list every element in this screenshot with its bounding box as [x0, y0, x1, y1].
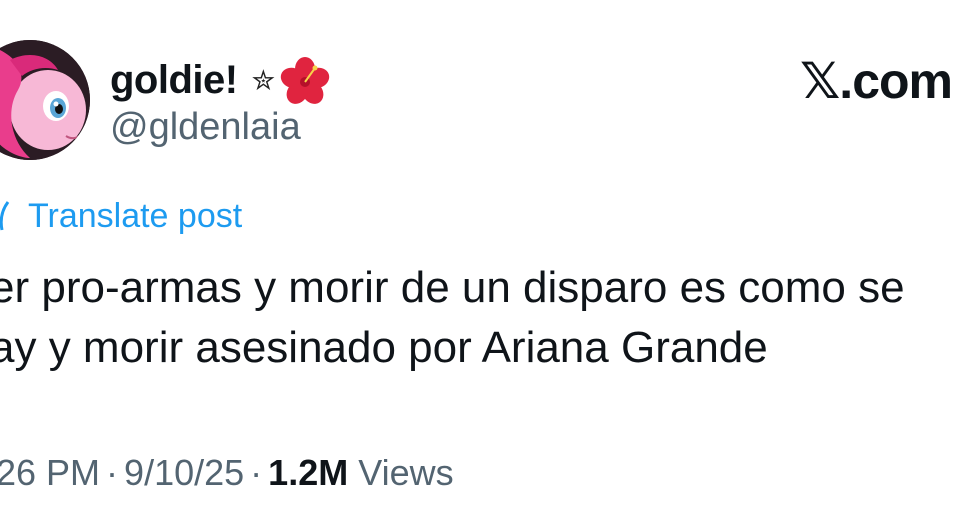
- post-meta: 26 PM · 9/10/25 · 1.2M Views: [0, 452, 454, 494]
- user-handle[interactable]: @gldenlaia: [110, 106, 301, 149]
- hibiscus-icon: [279, 56, 331, 108]
- display-name[interactable]: goldie!: [110, 58, 238, 103]
- globe-icon: [0, 196, 12, 236]
- post-date[interactable]: 9/10/25: [124, 452, 244, 493]
- meta-separator: ·: [250, 452, 263, 493]
- views-count[interactable]: 1.2M: [268, 452, 348, 493]
- star-icon: ✮: [251, 64, 275, 96]
- avatar[interactable]: [0, 40, 90, 160]
- post-text: er pro-armas y morir de un disparo es co…: [0, 258, 960, 378]
- meta-separator: ·: [106, 452, 119, 493]
- x-icon: 𝕏: [800, 52, 840, 110]
- views-label: Views: [358, 452, 454, 493]
- post-text-line: er pro-armas y morir de un disparo es co…: [0, 263, 905, 312]
- post-time[interactable]: 26 PM: [0, 452, 100, 493]
- pinkie-pie-avatar-icon: [0, 40, 90, 160]
- display-name-row[interactable]: goldie! ✮: [110, 54, 331, 106]
- post-text-line: ay y morir asesinado por Ariana Grande: [0, 323, 768, 372]
- translate-post-link[interactable]: Translate post: [0, 196, 242, 236]
- x-logo: 𝕏.com: [800, 52, 953, 110]
- site-label: .com: [839, 53, 953, 109]
- translate-post-label[interactable]: Translate post: [28, 197, 242, 236]
